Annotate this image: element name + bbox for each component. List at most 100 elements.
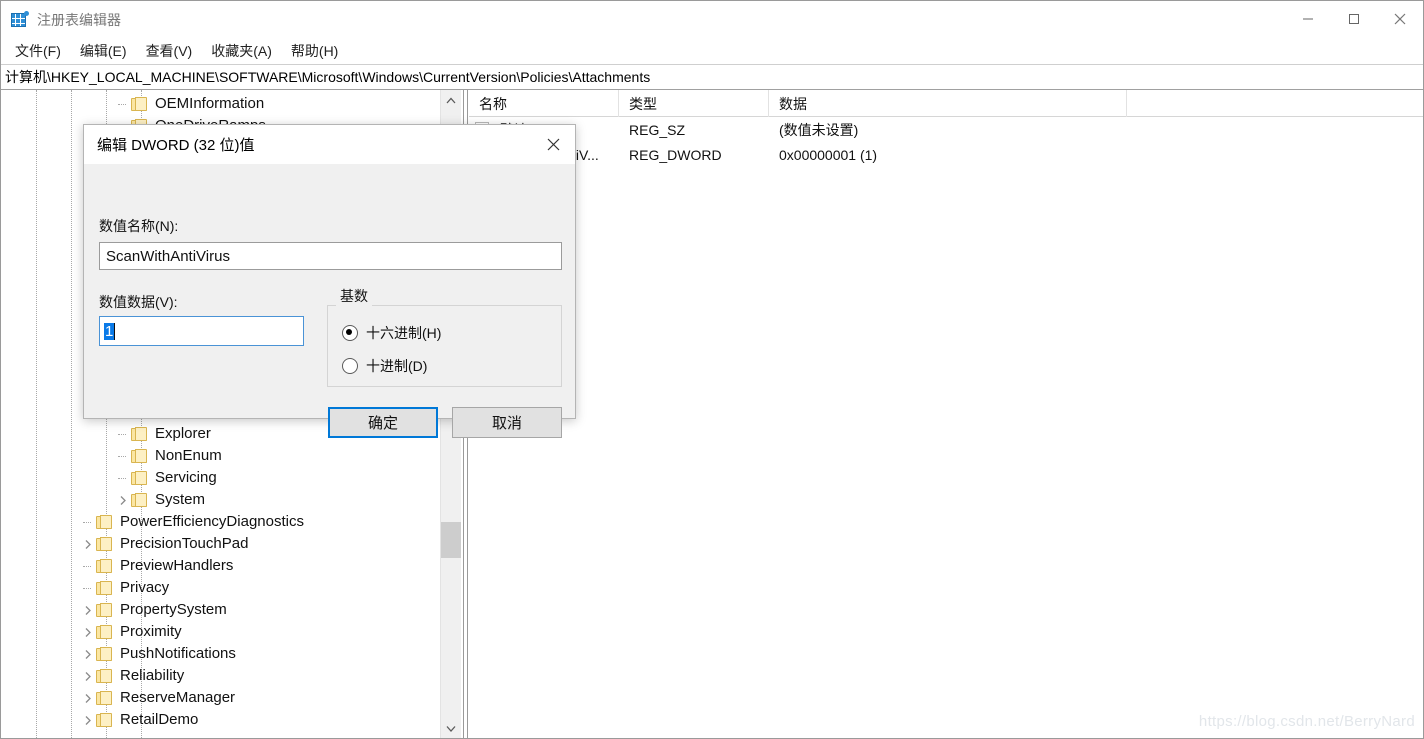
chevron-right-icon[interactable]: [80, 533, 96, 555]
folder-icon: [131, 471, 148, 485]
registry-icon: [11, 11, 29, 28]
text-caret: [114, 322, 116, 340]
radio-hexadecimal-label: 十六进制(H): [366, 325, 442, 341]
address-bar[interactable]: 计算机\HKEY_LOCAL_MACHINE\SOFTWARE\Microsof…: [1, 64, 1423, 90]
tree-item[interactable]: PrecisionTouchPad: [80, 533, 248, 555]
menu-view[interactable]: 查看(V): [140, 39, 201, 63]
tree-item-label: PushNotifications: [120, 645, 236, 662]
watermark-text: https://blog.csdn.net/BerryNard: [1198, 713, 1415, 730]
folder-icon: [131, 449, 148, 463]
tree-item-label: NonEnum: [155, 447, 222, 464]
tree-item-label: ReserveManager: [120, 689, 236, 706]
folder-icon: [131, 427, 148, 441]
radio-decimal-icon: [342, 358, 358, 374]
registry-values-list[interactable]: (默认)REG_SZ(数值未设置)ScanWithAntiV...REG_DWO…: [469, 117, 1423, 167]
ok-button[interactable]: 确定: [328, 407, 438, 438]
tree-connector: [115, 93, 131, 115]
chevron-right-icon[interactable]: [115, 489, 131, 511]
registry-path-text: 计算机\HKEY_LOCAL_MACHINE\SOFTWARE\Microsof…: [5, 69, 651, 85]
close-button[interactable]: [1377, 1, 1423, 37]
tree-item[interactable]: NonEnum: [115, 445, 222, 467]
window-title: 注册表编辑器: [37, 11, 121, 28]
tree-item-label: RetailDemo: [120, 711, 199, 728]
folder-icon: [96, 691, 113, 705]
chevron-right-icon[interactable]: [80, 709, 96, 731]
value-name-input[interactable]: ScanWithAntiVirus: [99, 242, 562, 270]
dialog-title: 编辑 DWORD (32 位)值: [97, 137, 255, 154]
cell-type: REG_DWORD: [629, 146, 722, 163]
tree-item[interactable]: RetailDemo: [80, 709, 198, 731]
tree-item[interactable]: PushNotifications: [80, 643, 236, 665]
cell-type: REG_SZ: [629, 121, 686, 138]
cancel-button[interactable]: 取消: [452, 407, 562, 438]
menu-help[interactable]: 帮助(H): [285, 39, 346, 63]
tree-item-label: Servicing: [155, 469, 217, 486]
table-row[interactable]: ScanWithAntiV...REG_DWORD0x00000001 (1): [469, 142, 1423, 167]
folder-icon: [96, 515, 113, 529]
tree-item-label: PrecisionTouchPad: [120, 535, 249, 552]
radio-hexadecimal-icon: [342, 325, 358, 341]
table-row[interactable]: (默认)REG_SZ(数值未设置): [469, 117, 1423, 142]
tree-item[interactable]: OEMInformation: [115, 93, 264, 115]
list-header: 名称 类型 数据: [469, 90, 1423, 117]
tree-item-label: PropertySystem: [120, 601, 227, 618]
window-controls: [1285, 1, 1423, 37]
folder-icon: [96, 713, 113, 727]
tree-connector: [80, 577, 96, 599]
tree-item[interactable]: Proximity: [80, 621, 182, 643]
tree-item[interactable]: PowerEfficiencyDiagnostics: [80, 511, 304, 533]
folder-icon: [131, 493, 148, 507]
folder-icon: [96, 559, 113, 573]
tree-item[interactable]: Explorer: [115, 423, 211, 445]
tree-item[interactable]: Privacy: [80, 577, 169, 599]
tree-item[interactable]: Servicing: [115, 467, 217, 489]
scroll-up-button[interactable]: [441, 90, 461, 110]
chevron-right-icon[interactable]: [80, 599, 96, 621]
radio-decimal-label: 十进制(D): [366, 358, 428, 374]
radio-hexadecimal[interactable]: 十六进制(H): [342, 323, 441, 343]
folder-icon: [96, 647, 113, 661]
tree-item[interactable]: PropertySystem: [80, 599, 227, 621]
radio-decimal[interactable]: 十进制(D): [342, 356, 427, 376]
chevron-right-icon[interactable]: [80, 643, 96, 665]
cell-data: (数值未设置): [779, 121, 859, 138]
tree-connector: [80, 555, 96, 577]
scrollbar-thumb[interactable]: [441, 522, 461, 558]
maximize-button[interactable]: [1331, 1, 1377, 37]
menubar: 文件(F) 编辑(E) 查看(V) 收藏夹(A) 帮助(H): [1, 38, 1423, 64]
tree-item-label: Explorer: [155, 425, 211, 442]
column-header-data[interactable]: 数据: [769, 90, 1127, 117]
menu-edit[interactable]: 编辑(E): [74, 39, 135, 63]
tree-item-label: OEMInformation: [155, 95, 265, 112]
value-data-label: 数值数据(V):: [99, 294, 178, 310]
value-name-text: ScanWithAntiVirus: [106, 247, 230, 265]
tree-connector: [80, 511, 96, 533]
column-header-name[interactable]: 名称: [469, 90, 619, 117]
chevron-right-icon[interactable]: [80, 687, 96, 709]
value-data-input[interactable]: 1: [99, 316, 304, 346]
minimize-button[interactable]: [1285, 1, 1331, 37]
tree-item[interactable]: PreviewHandlers: [80, 555, 233, 577]
folder-icon: [131, 97, 148, 111]
tree-connector: [115, 467, 131, 489]
tree-item[interactable]: System: [115, 489, 205, 511]
tree-connector: [115, 445, 131, 467]
menu-favorites[interactable]: 收藏夹(A): [205, 39, 280, 63]
chevron-right-icon[interactable]: [80, 621, 96, 643]
menu-file[interactable]: 文件(F): [9, 39, 69, 63]
scroll-down-button[interactable]: [441, 718, 461, 738]
tree-connector: [115, 423, 131, 445]
dialog-close-icon[interactable]: [531, 126, 575, 164]
tree-item-label: PowerEfficiencyDiagnostics: [120, 513, 304, 530]
column-header-type[interactable]: 类型: [619, 90, 769, 117]
folder-icon: [96, 581, 113, 595]
chevron-right-icon[interactable]: [80, 665, 96, 687]
dialog-titlebar: 编辑 DWORD (32 位)值: [84, 125, 575, 164]
tree-item[interactable]: ReserveManager: [80, 687, 235, 709]
folder-icon: [96, 669, 113, 683]
cell-data: 0x00000001 (1): [779, 146, 878, 163]
tree-item-label: System: [155, 491, 206, 508]
registry-editor-window: 注册表编辑器 文件(F) 编辑(E) 查看(V) 收藏夹(A) 帮助(H) 计算…: [0, 0, 1424, 739]
column-header-filler: [1127, 90, 1421, 117]
tree-item[interactable]: Reliability: [80, 665, 184, 687]
